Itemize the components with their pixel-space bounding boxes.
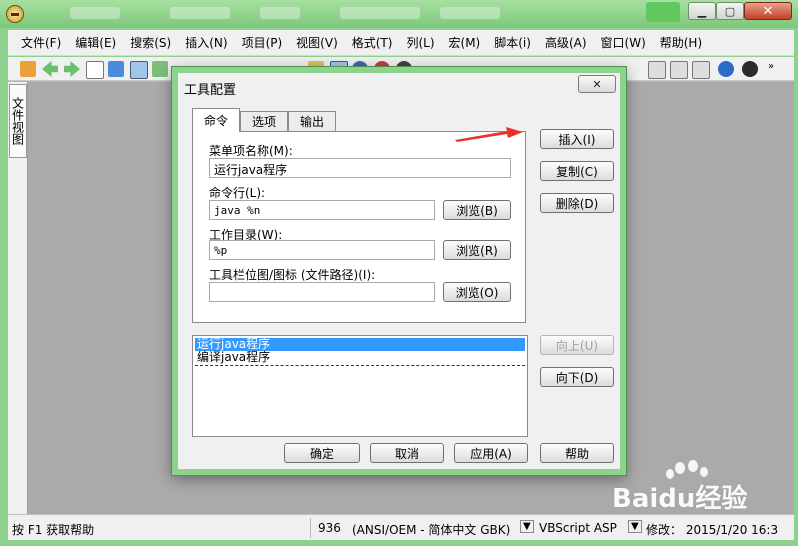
minimize-button[interactable]: ▁: [688, 2, 716, 20]
menu-edit[interactable]: 编辑(E): [68, 34, 123, 51]
menu-help[interactable]: 帮助(H): [653, 34, 709, 51]
layout-icon[interactable]: [648, 61, 666, 79]
command-list[interactable]: 运行java程序 编译java程序: [192, 335, 528, 437]
command-line-label: 命令行(L):: [209, 186, 266, 200]
close-window-button[interactable]: ✕: [744, 2, 792, 20]
open-file-icon[interactable]: [108, 61, 124, 77]
menu-name-field[interactable]: 运行java程序: [209, 158, 511, 178]
back-arrow-icon[interactable]: [42, 61, 58, 77]
command-tab-panel: 菜单项名称(M): 运行java程序 命令行(L): java %n 浏览(B)…: [192, 131, 526, 323]
status-encoding[interactable]: (ANSI/OEM - 简体中文 GBK): [352, 521, 510, 538]
statusbar: 按 F1 获取帮助 936 (ANSI/OEM - 简体中文 GBK) ▼ VB…: [8, 514, 794, 540]
menu-search[interactable]: 搜索(S): [123, 34, 178, 51]
maximize-button[interactable]: ▢: [716, 2, 744, 20]
dialog-title: 工具配置: [184, 83, 237, 98]
delete-button[interactable]: 删除(D): [540, 193, 614, 213]
tab-output[interactable]: 输出: [288, 111, 336, 131]
annotation-arrow-icon: [455, 127, 523, 142]
menu-view[interactable]: 视图(V): [289, 34, 345, 51]
close-icon: ✕: [592, 77, 602, 91]
menu-insert[interactable]: 插入(N): [178, 34, 234, 51]
copy-button[interactable]: 复制(C): [540, 161, 614, 181]
tool-config-dialog: 工具配置 ✕ 命令 选项 输出 菜单项名称(M): 运行java程序 命令行(L…: [172, 67, 626, 475]
menu-format[interactable]: 格式(T): [345, 34, 400, 51]
title-blur-segment: [70, 7, 120, 19]
info-icon[interactable]: [742, 61, 758, 77]
workdir-field[interactable]: %p: [209, 240, 435, 260]
title-blur-segment: [170, 7, 230, 19]
move-up-button[interactable]: 向上(U): [540, 335, 614, 355]
encoding-dropdown-icon[interactable]: ▼: [520, 520, 534, 533]
status-codepage: 936: [318, 521, 341, 535]
menu-window[interactable]: 窗口(W): [594, 34, 653, 51]
menubar: 文件(F) 编辑(E) 搜索(S) 插入(N) 项目(P) 视图(V) 格式(T…: [8, 30, 794, 56]
file-list-icon[interactable]: [130, 61, 148, 79]
status-modified: 修改： 2015/1/20 16:3: [646, 523, 779, 537]
command-line-field[interactable]: java %n: [209, 200, 435, 220]
ok-button[interactable]: 确定: [284, 443, 360, 463]
browse-command-button[interactable]: 浏览(B): [443, 200, 511, 220]
apply-button[interactable]: 应用(A): [454, 443, 528, 463]
menu-script[interactable]: 脚本(i): [487, 34, 538, 51]
menu-column[interactable]: 列(L): [399, 34, 441, 51]
status-hint: 按 F1 获取帮助: [12, 523, 95, 537]
file-view-tab[interactable]: 文件视图: [9, 84, 27, 158]
toolbar-home-icon[interactable]: [20, 61, 36, 77]
menu-name-label: 菜单项名称(M):: [209, 144, 293, 158]
title-blur-segment: [440, 7, 500, 19]
new-file-icon[interactable]: [86, 61, 104, 79]
forward-arrow-icon[interactable]: [64, 61, 80, 77]
tile-icon[interactable]: [670, 61, 688, 79]
language-dropdown-icon[interactable]: ▼: [628, 520, 642, 533]
minimize-icon: ▁: [697, 4, 707, 18]
menu-advanced[interactable]: 高级(A): [538, 34, 594, 51]
title-blur-segment: [260, 7, 300, 19]
menu-project[interactable]: 项目(P): [235, 34, 290, 51]
menu-macro[interactable]: 宏(M): [442, 34, 488, 51]
split-icon[interactable]: [692, 61, 710, 79]
list-item[interactable]: 编译java程序: [195, 351, 525, 364]
status-separator: [310, 518, 311, 538]
list-separator: [195, 365, 525, 366]
dialog-close-button[interactable]: ✕: [578, 75, 616, 93]
icon-path-field[interactable]: [209, 282, 435, 302]
cancel-button[interactable]: 取消: [370, 443, 444, 463]
status-language[interactable]: VBScript ASP: [539, 521, 617, 535]
tab-options[interactable]: 选项: [240, 111, 288, 131]
download-icon[interactable]: [152, 61, 168, 77]
watermark-text: Baidu经验: [612, 484, 748, 514]
browse-icon-button[interactable]: 浏览(O): [443, 282, 511, 302]
maximize-icon: ▢: [724, 4, 736, 18]
app-icon[interactable]: [6, 5, 24, 23]
help-button[interactable]: 帮助: [540, 443, 614, 463]
web-icon[interactable]: [718, 61, 734, 77]
close-icon: ✕: [762, 3, 774, 19]
menu-file[interactable]: 文件(F): [14, 34, 68, 51]
title-blur-segment: [340, 7, 420, 19]
insert-button[interactable]: 插入(I): [540, 129, 614, 149]
overflow-chevron-icon[interactable]: »: [768, 61, 784, 77]
move-down-button[interactable]: 向下(D): [540, 367, 614, 387]
icon-path-label: 工具栏位图/图标 (文件路径)(I):: [209, 268, 376, 282]
tab-command[interactable]: 命令: [192, 108, 240, 132]
title-badge: [646, 2, 680, 22]
browse-workdir-button[interactable]: 浏览(R): [443, 240, 511, 260]
